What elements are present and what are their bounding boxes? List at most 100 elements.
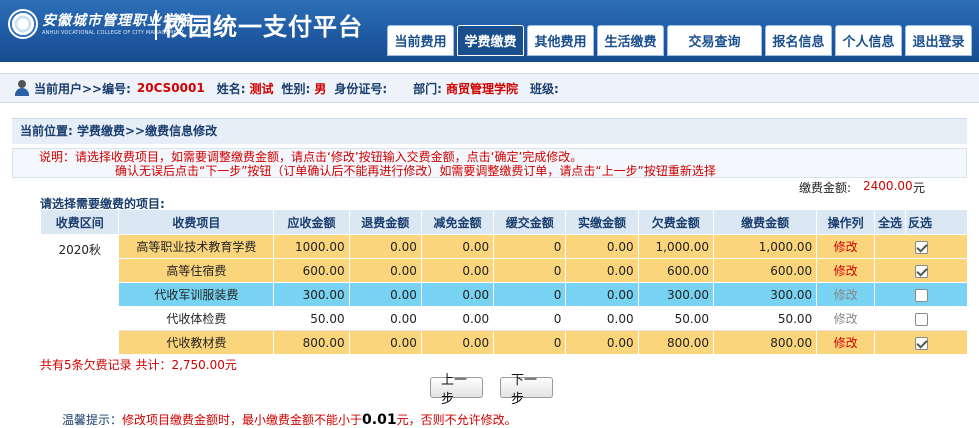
nav-living-payment[interactable]: 生活缴费 xyxy=(597,25,664,56)
paid-cell: 0.00 xyxy=(565,234,639,259)
header-pay: 缴费金额 xyxy=(712,209,818,235)
gender-label: 性别: xyxy=(281,81,311,96)
header-refund: 退费金额 xyxy=(348,209,422,235)
class-label: 班级: xyxy=(530,81,559,96)
item-cell: 代收体检费 xyxy=(118,306,275,331)
tip-text-2: 元，否则不允许修改。 xyxy=(396,413,517,427)
tip-text-1: 修改项目缴费金额时，最小缴费金额不能小于 xyxy=(122,413,363,427)
notice-line-2: 确认无误后点击“下一步”按钮（订单确认后不能再进行修改）如需要调整缴费订单，请点… xyxy=(115,164,716,178)
row-checkbox[interactable] xyxy=(914,336,928,350)
refund-cell: 0.00 xyxy=(348,330,422,355)
nav-other-fees[interactable]: 其他费用 xyxy=(527,25,594,56)
table-row: 2020秋 高等职业技术教育学费 1000.00 0.00 0.00 0 0.0… xyxy=(39,234,968,355)
notice-line-1: 说明：请选择收费项目，如需要调整缴费金额，请点击‘修改’按钮输入交费金额，点击‘… xyxy=(39,150,583,164)
user-info-bar: 当前用户>>编号: 20CS0001 姓名: 测试 性别: 男 身份证号: 部门… xyxy=(0,73,979,103)
reduce-cell: 0.00 xyxy=(420,330,495,355)
header-paid: 实缴金额 xyxy=(565,209,639,235)
arrears-summary: 共有5条欠费记录 共计：2,750.00元 xyxy=(40,358,237,372)
nav-registration-info[interactable]: 报名信息 xyxy=(765,25,832,56)
reduce-cell: 0.00 xyxy=(420,306,495,331)
user-gender: 男 xyxy=(314,81,327,96)
row-checkbox[interactable] xyxy=(914,288,928,302)
header-owed: 欠费金额 xyxy=(637,209,714,235)
receivable-cell: 800.00 xyxy=(273,330,350,355)
header-bar: 安徽城市管理职业学院 ANHUI VOCATIONAL COLLEGE OF C… xyxy=(0,0,979,62)
header-reduce: 减免金额 xyxy=(420,209,495,235)
header-invert-select[interactable]: 反选 xyxy=(904,209,969,235)
item-cell: 高等住宿费 xyxy=(118,258,275,283)
refund-cell: 0.00 xyxy=(348,282,422,307)
paid-cell: 0.00 xyxy=(565,330,639,355)
nav-current-fees[interactable]: 当前费用 xyxy=(387,25,454,56)
receivable-cell: 300.00 xyxy=(273,282,350,307)
payment-amount-row: 缴费金额: 2400.00 元 xyxy=(0,179,979,195)
receivable-cell: 1000.00 xyxy=(273,234,350,259)
nav-personal-info[interactable]: 个人信息 xyxy=(835,25,902,56)
dept-label: 部门: xyxy=(413,81,442,96)
row-checkbox[interactable] xyxy=(914,240,928,254)
edit-link[interactable]: 修改 xyxy=(816,282,875,307)
edit-link[interactable]: 修改 xyxy=(816,330,875,355)
item-cell: 高等职业技术教育学费 xyxy=(118,234,275,259)
user-dept: 商贸管理学院 xyxy=(445,81,518,96)
pay-cell: 1,000.00 xyxy=(712,234,818,259)
user-name: 测试 xyxy=(249,81,274,96)
payment-amount-unit: 元 xyxy=(913,181,926,195)
header-select-all[interactable]: 全选 xyxy=(874,209,906,235)
header-operation: 操作列 xyxy=(816,209,875,235)
owed-cell: 1,000.00 xyxy=(637,234,714,259)
table-header-row: 收费区间 收费项目 应收金额 退费金额 减免金额 缓交金额 实缴金额 欠费金额 … xyxy=(39,209,969,235)
name-label: 姓名: xyxy=(216,81,246,96)
owed-cell: 300.00 xyxy=(637,282,714,307)
receivable-cell: 600.00 xyxy=(273,258,350,283)
row-checkbox-cell xyxy=(874,258,968,283)
user-id: 20CS0001 xyxy=(136,81,205,95)
refund-cell: 0.00 xyxy=(348,306,422,331)
pay-cell: 600.00 xyxy=(712,258,818,283)
defer-cell: 0 xyxy=(493,258,567,283)
current-user-label: 当前用户>>编号: xyxy=(34,81,131,96)
reduce-cell: 0.00 xyxy=(420,234,495,259)
edit-link[interactable]: 修改 xyxy=(816,234,875,259)
receivable-cell: 50.00 xyxy=(273,306,350,331)
defer-cell: 0 xyxy=(493,306,567,331)
defer-cell: 0 xyxy=(493,282,567,307)
edit-link[interactable]: 修改 xyxy=(816,258,875,283)
reduce-cell: 0.00 xyxy=(420,258,495,283)
owed-cell: 50.00 xyxy=(637,306,714,331)
nav-transaction-query[interactable]: 交易查询 xyxy=(667,25,762,56)
row-checkbox-cell xyxy=(874,306,968,331)
table-row: 代收教材费 800.00 0.00 0.00 0 0.00 800.00 800… xyxy=(41,330,968,355)
edit-link[interactable]: 修改 xyxy=(816,306,875,331)
table-row: 高等住宿费 600.00 0.00 0.00 0 0.00 600.00 600… xyxy=(41,258,968,283)
user-icon xyxy=(14,80,30,96)
term-cell: 2020秋 xyxy=(39,234,120,355)
next-step-button[interactable]: 下一步 xyxy=(500,373,553,407)
pay-cell: 800.00 xyxy=(712,330,818,355)
nav-tuition-payment[interactable]: 学费缴费 xyxy=(457,25,524,56)
defer-cell: 0 xyxy=(493,234,567,259)
tip-min-amount: 0.01 xyxy=(362,412,397,428)
header-item: 收费项目 xyxy=(118,209,275,235)
row-checkbox[interactable] xyxy=(914,312,928,326)
header-defer: 缓交金额 xyxy=(493,209,567,235)
school-logo-icon xyxy=(8,9,38,39)
row-checkbox[interactable] xyxy=(914,264,928,278)
table-row: 代收军训服装费 300.00 0.00 0.00 0 0.00 300.00 3… xyxy=(41,282,968,307)
platform-title: 校园统一支付平台 xyxy=(163,13,363,41)
warm-tip: 温馨提示：修改项目缴费金额时，最小缴费金额不能小于0.01元，否则不允许修改。 xyxy=(62,411,517,428)
paid-cell: 0.00 xyxy=(565,306,639,331)
idcard-label: 身份证号: xyxy=(334,81,388,96)
breadcrumb: 当前位置: 学费缴费>>缴费信息修改 xyxy=(12,118,967,144)
item-cell: 代收军训服装费 xyxy=(118,282,275,307)
header-term: 收费区间 xyxy=(39,209,120,235)
paid-cell: 0.00 xyxy=(565,258,639,283)
row-checkbox-cell xyxy=(874,234,968,259)
pay-cell: 300.00 xyxy=(712,282,818,307)
nav-logout[interactable]: 退出登录 xyxy=(905,25,972,56)
row-checkbox-cell xyxy=(874,330,968,355)
reduce-cell: 0.00 xyxy=(420,282,495,307)
paid-cell: 0.00 xyxy=(565,282,639,307)
payment-amount-value: 2400.00 xyxy=(863,179,913,193)
prev-step-button[interactable]: 上一步 xyxy=(430,373,483,407)
